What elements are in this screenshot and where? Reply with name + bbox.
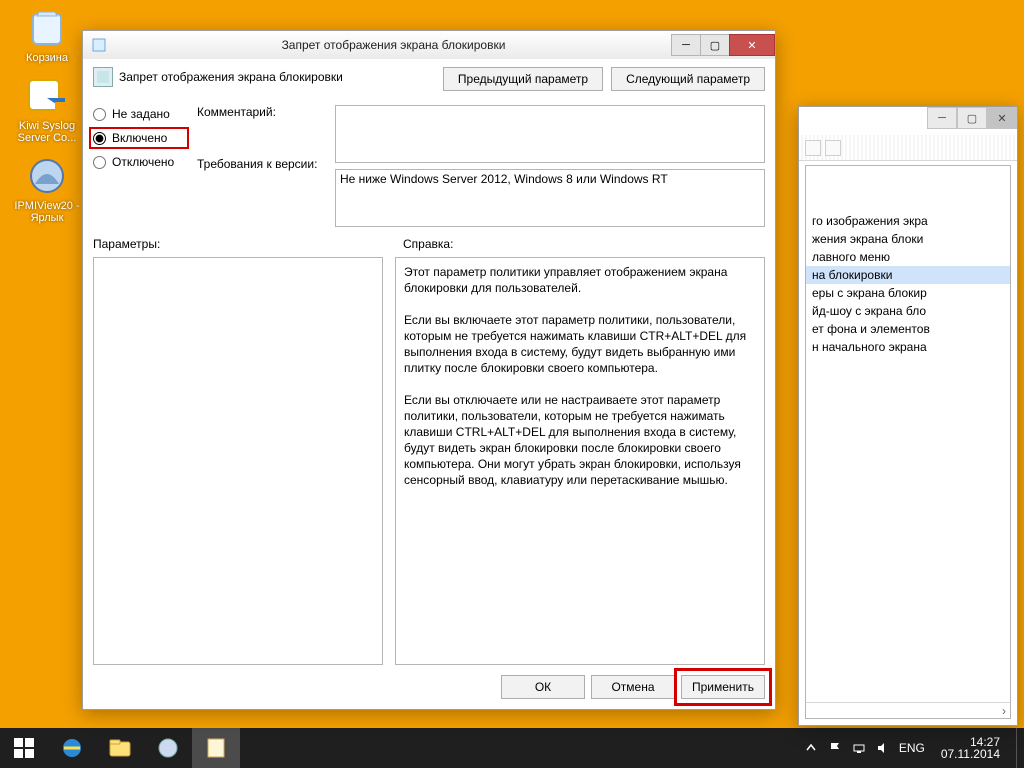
kiwi-syslog[interactable]: Kiwi Syslog Server Co...: [10, 74, 84, 144]
ipmiview[interactable]: IPMIView20 - Ярлык: [10, 154, 84, 224]
tray-volume-icon[interactable]: [875, 740, 891, 756]
cancel-button[interactable]: Отмена: [591, 675, 675, 699]
clock-date: 07.11.2014: [941, 748, 1000, 760]
list-item[interactable]: го изображения экра: [806, 212, 1010, 230]
help-panel[interactable]: Этот параметр политики управляет отображ…: [395, 257, 765, 665]
taskbar-explorer[interactable]: [96, 728, 144, 768]
radio-label: Отключено: [112, 155, 174, 169]
requirements-value: [335, 169, 765, 227]
radio-not-configured[interactable]: [93, 108, 106, 121]
parameters-label: Параметры:: [93, 237, 383, 251]
start-button[interactable]: [0, 728, 48, 768]
previous-setting-button[interactable]: Предыдущий параметр: [443, 67, 603, 91]
system-tray[interactable]: ENG 14:27 07.11.2014: [803, 728, 1024, 768]
tray-chevron-icon[interactable]: [803, 740, 819, 756]
desktop-icon-label: IPMIView20 - Ярлык: [10, 200, 84, 224]
minimize-button[interactable]: ─: [671, 34, 701, 56]
desktop: Корзина Kiwi Syslog Server Co... IPMIVie…: [0, 0, 1024, 768]
recycle-bin-icon: [25, 6, 69, 50]
horizontal-scrollbar[interactable]: ›: [806, 702, 1010, 718]
desktop-icon-label: Корзина: [26, 52, 68, 64]
maximize-button[interactable]: ▢: [700, 34, 730, 56]
list-item[interactable]: лавного меню: [806, 248, 1010, 266]
taskbar-ie[interactable]: [48, 728, 96, 768]
help-label: Справка:: [403, 237, 453, 251]
list-item[interactable]: жения экрана блоки: [806, 230, 1010, 248]
state-disabled[interactable]: Отключено: [93, 155, 183, 169]
tray-language[interactable]: ENG: [899, 741, 925, 755]
policy-icon: [93, 67, 113, 87]
state-enabled[interactable]: Включено: [89, 127, 189, 149]
toolbar[interactable]: [799, 135, 1017, 161]
titlebar[interactable]: ─ ▢ ✕: [799, 107, 1017, 135]
maximize-button[interactable]: ▢: [957, 107, 987, 129]
window-title: Запрет отображения экрана блокировки: [115, 38, 672, 52]
tray-flag-icon[interactable]: [827, 740, 843, 756]
minimize-button[interactable]: ─: [927, 107, 957, 129]
radio-enabled[interactable]: [93, 132, 106, 145]
policy-name: Запрет отображения экрана блокировки: [119, 70, 343, 84]
window-body: го изображения экра жения экрана блоки л…: [799, 135, 1017, 725]
titlebar[interactable]: Запрет отображения экрана блокировки ─ ▢…: [83, 31, 775, 59]
list-item[interactable]: н начального экрана: [806, 338, 1010, 356]
taskbar-app-active[interactable]: [192, 728, 240, 768]
list-item[interactable]: ет фона и элементов: [806, 320, 1010, 338]
recycle-bin[interactable]: Корзина: [10, 6, 84, 64]
window-icon: [89, 35, 109, 55]
desktop-icons: Корзина Kiwi Syslog Server Co... IPMIVie…: [10, 6, 84, 224]
state-not-configured[interactable]: Не задано: [93, 107, 183, 121]
gpedit-list-window[interactable]: ─ ▢ ✕ го изображения экра жения экрана б…: [798, 106, 1018, 726]
comment-input[interactable]: [335, 105, 765, 163]
comment-label: Комментарий:: [197, 105, 321, 119]
tray-network-icon[interactable]: [851, 740, 867, 756]
toolbar-icon[interactable]: [805, 140, 821, 156]
policy-dialog[interactable]: Запрет отображения экрана блокировки ─ ▢…: [82, 30, 776, 710]
parameters-panel[interactable]: [93, 257, 383, 665]
ipmiview-icon: [25, 154, 69, 198]
taskbar[interactable]: ENG 14:27 07.11.2014: [0, 728, 1024, 768]
radio-label: Включено: [112, 131, 167, 145]
dialog-body: Запрет отображения экрана блокировки Пре…: [83, 59, 775, 709]
apply-button[interactable]: Применить: [681, 675, 765, 699]
tray-clock[interactable]: 14:27 07.11.2014: [933, 736, 1008, 760]
close-button[interactable]: ✕: [729, 34, 775, 56]
requirements-label: Требования к версии:: [197, 157, 321, 171]
list-item[interactable]: еры с экрана блокир: [806, 284, 1010, 302]
kiwi-syslog-icon: [25, 74, 69, 118]
taskbar-app-1[interactable]: [144, 728, 192, 768]
next-setting-button[interactable]: Следующий параметр: [611, 67, 765, 91]
radio-disabled[interactable]: [93, 156, 106, 169]
close-button[interactable]: ✕: [987, 107, 1017, 129]
desktop-icon-label: Kiwi Syslog Server Co...: [10, 120, 84, 144]
radio-label: Не задано: [112, 107, 170, 121]
ok-button[interactable]: ОК: [501, 675, 585, 699]
show-desktop-button[interactable]: [1016, 728, 1022, 768]
policy-list[interactable]: го изображения экра жения экрана блоки л…: [805, 165, 1011, 719]
list-item-selected[interactable]: на блокировки: [806, 266, 1010, 284]
list-item[interactable]: йд-шоу с экрана бло: [806, 302, 1010, 320]
toolbar-icon[interactable]: [825, 140, 841, 156]
